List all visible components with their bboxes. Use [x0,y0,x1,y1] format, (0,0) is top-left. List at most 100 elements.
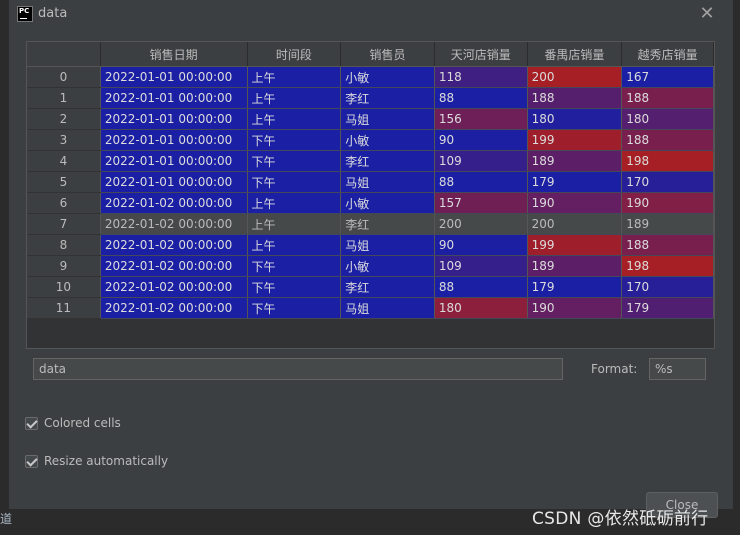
seller-cell[interactable]: 马姐 [340,171,435,193]
table-row[interactable]: 9 2022-01-02 00:00:00 下午 小敏 109 189 198 [27,255,714,277]
table-row[interactable]: 10 2022-01-02 00:00:00 下午 李红 88 179 170 [27,276,714,298]
yuexiu-sales-cell[interactable]: 198 [621,255,714,277]
date-cell[interactable]: 2022-01-01 00:00:00 [100,87,248,109]
table-row[interactable]: 11 2022-01-02 00:00:00 下午 马姐 180 190 179 [27,297,714,319]
format-input[interactable]: %s [649,358,706,380]
panyu-sales-cell[interactable]: 188 [527,87,623,109]
date-cell[interactable]: 2022-01-01 00:00:00 [100,66,248,88]
seller-cell[interactable]: 小敏 [340,255,435,277]
table-row[interactable]: 7 2022-01-02 00:00:00 上午 李红 200 200 189 [27,213,714,235]
panyu-sales-cell[interactable]: 190 [527,297,623,319]
table-row[interactable]: 5 2022-01-01 00:00:00 下午 马姐 88 179 170 [27,171,714,193]
panyu-sales-cell[interactable]: 199 [527,234,623,256]
date-cell[interactable]: 2022-01-02 00:00:00 [100,255,248,277]
column-header[interactable]: 天河店销量 [434,42,528,67]
yuexiu-sales-cell[interactable]: 170 [621,276,714,298]
row-index-cell[interactable]: 9 [27,255,101,277]
seller-cell[interactable]: 李红 [340,276,435,298]
tianhe-sales-cell[interactable]: 180 [434,297,528,319]
yuexiu-sales-cell[interactable]: 180 [621,108,714,130]
yuexiu-sales-cell[interactable]: 188 [621,87,714,109]
period-cell[interactable]: 下午 [247,276,342,298]
row-index-cell[interactable]: 5 [27,171,101,193]
yuexiu-sales-cell[interactable]: 188 [621,234,714,256]
period-cell[interactable]: 上午 [247,87,342,109]
tianhe-sales-cell[interactable]: 90 [434,129,528,151]
seller-cell[interactable]: 李红 [340,87,435,109]
period-cell[interactable]: 上午 [247,213,342,235]
close-icon[interactable]: ✕ [697,4,717,24]
period-cell[interactable]: 下午 [247,150,342,172]
panyu-sales-cell[interactable]: 189 [527,255,623,277]
row-index-cell[interactable]: 8 [27,234,101,256]
tianhe-sales-cell[interactable]: 200 [434,213,528,235]
seller-cell[interactable]: 小敏 [340,129,435,151]
date-cell[interactable]: 2022-01-02 00:00:00 [100,234,248,256]
panyu-sales-cell[interactable]: 190 [527,192,623,214]
date-cell[interactable]: 2022-01-02 00:00:00 [100,276,248,298]
period-cell[interactable]: 下午 [247,129,342,151]
yuexiu-sales-cell[interactable]: 167 [621,66,714,88]
row-index-cell[interactable]: 10 [27,276,101,298]
tianhe-sales-cell[interactable]: 88 [434,171,528,193]
column-header[interactable]: 时间段 [247,42,342,67]
tianhe-sales-cell[interactable]: 90 [434,234,528,256]
row-index-cell[interactable]: 4 [27,150,101,172]
period-cell[interactable]: 下午 [247,171,342,193]
date-cell[interactable]: 2022-01-01 00:00:00 [100,150,248,172]
table-row[interactable]: 3 2022-01-01 00:00:00 下午 小敏 90 199 188 [27,129,714,151]
table-row[interactable]: 2 2022-01-01 00:00:00 上午 马姐 156 180 180 [27,108,714,130]
table-row[interactable]: 8 2022-01-02 00:00:00 上午 马姐 90 199 188 [27,234,714,256]
yuexiu-sales-cell[interactable]: 190 [621,192,714,214]
date-cell[interactable]: 2022-01-02 00:00:00 [100,192,248,214]
tianhe-sales-cell[interactable]: 88 [434,87,528,109]
column-header[interactable]: 番禺店销量 [527,42,623,67]
tianhe-sales-cell[interactable]: 88 [434,276,528,298]
seller-cell[interactable]: 马姐 [340,297,435,319]
period-cell[interactable]: 下午 [247,297,342,319]
table-row[interactable]: 6 2022-01-02 00:00:00 上午 小敏 157 190 190 [27,192,714,214]
index-header[interactable] [27,42,101,67]
expression-input[interactable]: data [33,358,563,380]
row-index-cell[interactable]: 7 [27,213,101,235]
resize-automatically-checkbox[interactable] [25,455,38,468]
period-cell[interactable]: 上午 [247,234,342,256]
tianhe-sales-cell[interactable]: 156 [434,108,528,130]
seller-cell[interactable]: 马姐 [340,108,435,130]
date-cell[interactable]: 2022-01-01 00:00:00 [100,171,248,193]
date-cell[interactable]: 2022-01-02 00:00:00 [100,213,248,235]
date-cell[interactable]: 2022-01-01 00:00:00 [100,129,248,151]
panyu-sales-cell[interactable]: 199 [527,129,623,151]
tianhe-sales-cell[interactable]: 109 [434,255,528,277]
row-index-cell[interactable]: 0 [27,66,101,88]
data-table-container[interactable]: 销售日期 时间段 销售员 天河店销量 番禺店销量 越秀店销量 0 2022-01-01 00… [26,41,715,349]
row-index-cell[interactable]: 3 [27,129,101,151]
panyu-sales-cell[interactable]: 189 [527,150,623,172]
period-cell[interactable]: 上午 [247,192,342,214]
period-cell[interactable]: 下午 [247,255,342,277]
row-index-cell[interactable]: 2 [27,108,101,130]
tianhe-sales-cell[interactable]: 109 [434,150,528,172]
tianhe-sales-cell[interactable]: 157 [434,192,528,214]
date-cell[interactable]: 2022-01-01 00:00:00 [100,108,248,130]
tianhe-sales-cell[interactable]: 118 [434,66,528,88]
panyu-sales-cell[interactable]: 179 [527,276,623,298]
panyu-sales-cell[interactable]: 200 [527,213,623,235]
row-index-cell[interactable]: 6 [27,192,101,214]
column-header[interactable]: 越秀店销量 [621,42,714,67]
seller-cell[interactable]: 李红 [340,213,435,235]
yuexiu-sales-cell[interactable]: 189 [621,213,714,235]
table-row[interactable]: 4 2022-01-01 00:00:00 下午 李红 109 189 198 [27,150,714,172]
panyu-sales-cell[interactable]: 180 [527,108,623,130]
yuexiu-sales-cell[interactable]: 188 [621,129,714,151]
table-row[interactable]: 1 2022-01-01 00:00:00 上午 李红 88 188 188 [27,87,714,109]
period-cell[interactable]: 上午 [247,108,342,130]
row-index-cell[interactable]: 1 [27,87,101,109]
date-cell[interactable]: 2022-01-02 00:00:00 [100,297,248,319]
table-row[interactable]: 0 2022-01-01 00:00:00 上午 小敏 118 200 167 [27,66,714,88]
seller-cell[interactable]: 李红 [340,150,435,172]
yuexiu-sales-cell[interactable]: 198 [621,150,714,172]
column-header[interactable]: 销售日期 [100,42,248,67]
seller-cell[interactable]: 小敏 [340,192,435,214]
colored-cells-checkbox[interactable] [25,417,38,430]
